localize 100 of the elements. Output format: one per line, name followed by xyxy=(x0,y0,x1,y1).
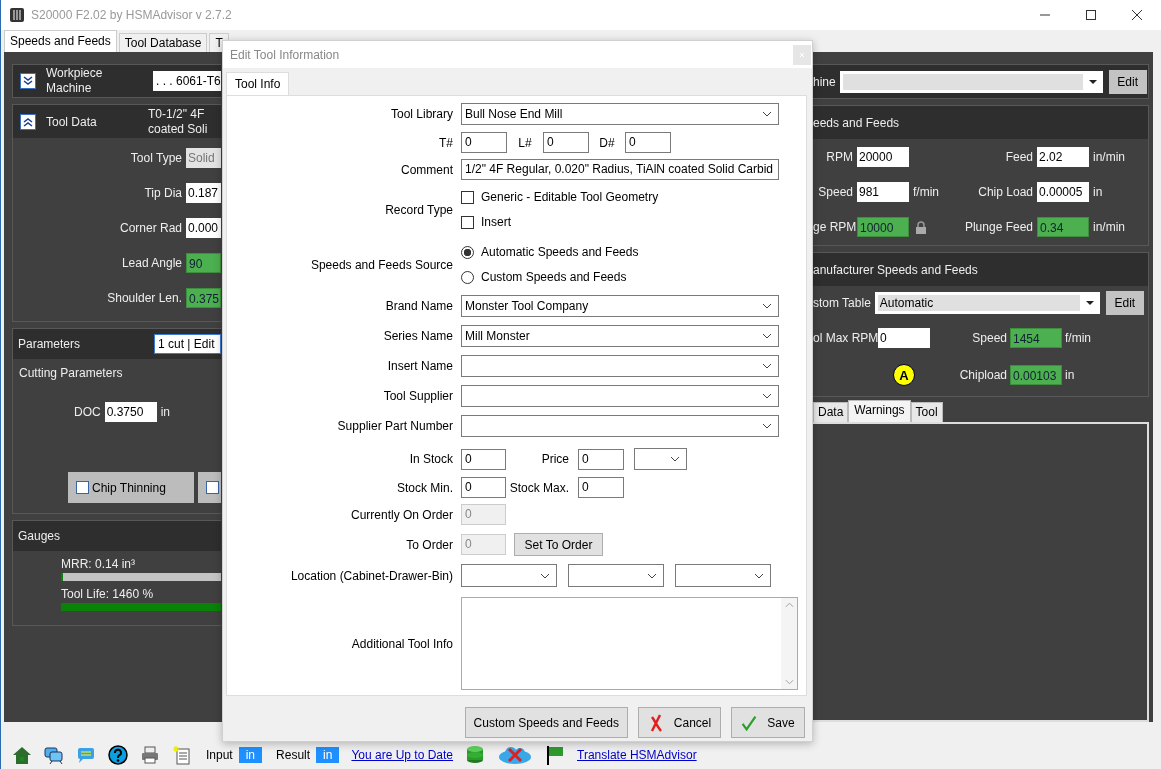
price-field[interactable]: 0 xyxy=(578,448,624,470)
field-label: Tool Library xyxy=(389,107,453,121)
passes-field[interactable]: 1 cut | Edit xyxy=(154,334,221,354)
tab[interactable]: Tool xyxy=(910,402,943,422)
machine-select[interactable] xyxy=(839,70,1103,93)
location-select[interactable] xyxy=(461,564,557,587)
panel-title: Tool Data xyxy=(46,114,98,129)
value-field[interactable]: 0.34 xyxy=(1037,217,1089,237)
flag-icon[interactable] xyxy=(545,744,566,765)
tab[interactable]: Tool Database xyxy=(118,33,208,52)
dropdown[interactable]: Monster Tool Company xyxy=(461,295,779,317)
checkbox[interactable]: Insert xyxy=(461,213,806,231)
value-field[interactable]: 0.375 xyxy=(186,288,221,308)
tab[interactable]: Warnings xyxy=(848,400,911,422)
cloud-x-icon[interactable] xyxy=(497,744,534,765)
field-label: Corner Rad xyxy=(118,221,182,235)
tab[interactable]: Tool Info xyxy=(226,72,290,95)
collapse-icon[interactable] xyxy=(20,113,36,130)
tool-library-select[interactable]: Bull Nose End Mill xyxy=(461,103,779,125)
field-label: Speed xyxy=(817,185,853,199)
value-field[interactable]: 90 xyxy=(186,253,221,273)
in-stock-field[interactable]: 0 xyxy=(461,448,506,470)
chevron-down-icon xyxy=(647,572,657,579)
auto-badge: A xyxy=(893,364,915,386)
edit-button[interactable]: Edit xyxy=(1108,69,1147,94)
unit-label: in/min xyxy=(1093,150,1125,164)
stock-max-field[interactable]: 0 xyxy=(578,477,624,498)
dropdown[interactable] xyxy=(461,385,779,407)
chat-icon[interactable] xyxy=(44,744,64,765)
material-field[interactable]: . . . 6061-T6 xyxy=(153,71,221,91)
max-rpm-field[interactable]: 0 xyxy=(878,328,930,348)
radio-button[interactable]: Automatic Speeds and Feeds xyxy=(461,243,806,261)
location-select[interactable] xyxy=(568,564,664,587)
radio-button[interactable]: Custom Speeds and Feeds xyxy=(461,268,806,286)
doc-field[interactable]: 0.3750 xyxy=(104,402,157,422)
value-field[interactable]: 0.000 xyxy=(186,218,221,238)
dropdown-arrow-icon xyxy=(1088,79,1097,84)
dropdown[interactable] xyxy=(461,415,779,437)
option-toggle[interactable]: Chip Thinning xyxy=(68,472,195,503)
gauge-label: Tool Life: 1460 % xyxy=(61,587,155,601)
maximize-icon[interactable] xyxy=(1085,9,1097,21)
help-icon[interactable] xyxy=(108,744,128,765)
input-label: Input xyxy=(206,747,233,762)
update-link[interactable]: You are Up to Date xyxy=(351,747,454,762)
notes-icon[interactable] xyxy=(172,744,192,765)
number-field[interactable]: 0 xyxy=(543,132,589,153)
translate-link[interactable]: Translate HSMAdvisor xyxy=(577,747,697,762)
location-select[interactable] xyxy=(675,564,771,587)
tab[interactable]: Data xyxy=(813,402,849,422)
value-field[interactable]: 10000 xyxy=(857,217,909,237)
panel-title: eeds and Feeds xyxy=(813,115,900,130)
table-select[interactable]: Automatic xyxy=(874,292,1100,314)
panel-title: Gauges xyxy=(18,529,61,543)
value-field[interactable]: 1454 xyxy=(1010,328,1062,348)
dialog-button[interactable]: Custom Speeds and Feeds xyxy=(464,707,628,738)
lock-icon[interactable] xyxy=(915,220,927,234)
panel-title: anufacturer Speeds and Feeds xyxy=(813,262,978,277)
tab[interactable]: Speeds and Feeds xyxy=(4,30,117,52)
stock-min-field[interactable]: 0 xyxy=(461,477,506,498)
close-icon[interactable] xyxy=(1131,9,1143,21)
option-toggle[interactable] xyxy=(198,472,221,503)
unit-label: in xyxy=(1093,185,1103,199)
field-label: To Order xyxy=(405,537,453,552)
comment-field[interactable]: 1/2" 4F Regular, 0.020" Radius, TiAlN coated Solid Carbid xyxy=(461,159,779,180)
field-label: Lead Angle xyxy=(120,256,182,270)
dropdown[interactable] xyxy=(461,355,779,377)
value-field[interactable]: 20000 xyxy=(857,147,909,167)
unit-label: f/min xyxy=(1065,331,1092,345)
window-title: S20000 F2.02 by HSMAdvisor v 2.7.2 xyxy=(31,8,232,22)
dialog-button[interactable]: Save xyxy=(731,707,805,738)
dialog-button[interactable]: Cancel xyxy=(638,707,721,738)
value-field[interactable]: 0.00103 xyxy=(1010,365,1062,385)
chevron-down-icon xyxy=(762,303,772,309)
value-field[interactable]: 0.00005 xyxy=(1037,182,1089,202)
dropdown[interactable]: Mill Monster xyxy=(461,325,779,347)
field-label: Tip Dia xyxy=(143,186,182,200)
field-label: Insert Name xyxy=(386,359,453,373)
home-icon[interactable] xyxy=(12,744,32,765)
printer-icon[interactable] xyxy=(140,744,160,765)
chevron-down-icon xyxy=(762,111,772,117)
database-icon[interactable] xyxy=(465,744,486,765)
value-field[interactable]: 2.02 xyxy=(1037,147,1089,167)
number-field[interactable]: 0 xyxy=(625,132,671,153)
chevron-down-icon xyxy=(754,572,764,579)
field-label: Chip Load xyxy=(977,185,1033,199)
value-field[interactable]: 981 xyxy=(857,182,909,202)
notes-field[interactable] xyxy=(461,597,798,690)
field-label: Stock Max. xyxy=(508,480,570,495)
number-field[interactable]: 0 xyxy=(461,132,507,153)
field-label: stom Table xyxy=(813,296,871,310)
currency-select[interactable] xyxy=(634,448,687,470)
field-label: Tool Type xyxy=(129,151,182,165)
edit-button[interactable]: Edit xyxy=(1105,291,1144,315)
value-field[interactable]: Solid xyxy=(186,148,221,168)
chevron-down-icon xyxy=(762,363,772,369)
checkbox[interactable]: Generic - Editable Tool Geometry xyxy=(461,188,806,206)
value-field[interactable]: 0.187 xyxy=(186,183,221,203)
tool-summary: T0-1/2" 4F coated Soli xyxy=(148,106,208,137)
expand-icon[interactable] xyxy=(20,73,36,89)
section-title: Cutting Parameters xyxy=(18,366,124,380)
